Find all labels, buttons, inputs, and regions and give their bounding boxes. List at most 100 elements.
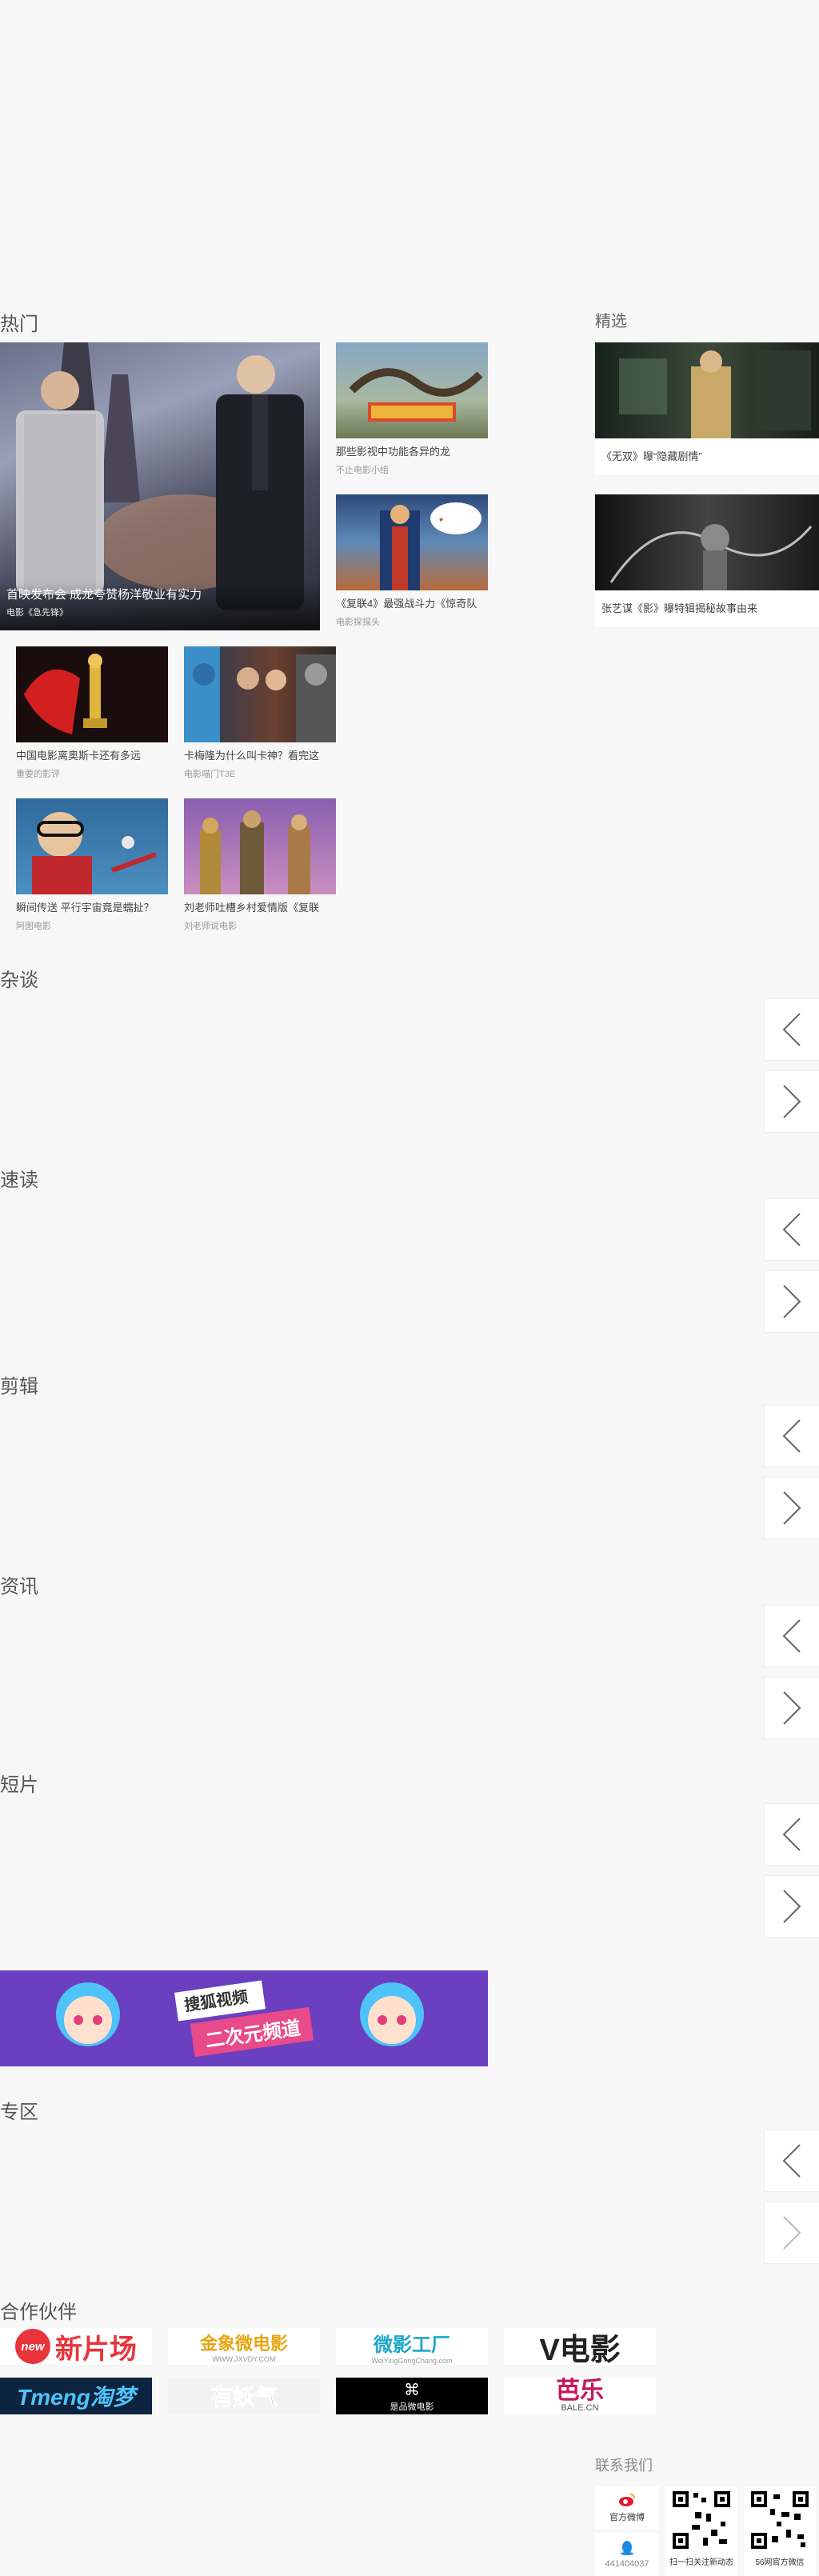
hot-grid-thumb-2[interactable] <box>184 646 336 742</box>
hot-side-thumb-2[interactable]: ★ <box>336 494 488 590</box>
hot-side-thumb-1[interactable] <box>336 342 488 438</box>
section-title-short: 短片 <box>0 1774 38 1796</box>
chevron-right-icon <box>783 1691 801 1725</box>
hot-main-title[interactable]: 首映发布会 成龙夸赞杨洋敬业有实力 <box>6 588 202 602</box>
partner-badge: new <box>15 2329 50 2364</box>
spiderman-image <box>32 812 158 894</box>
talk-prev-button[interactable] <box>764 998 819 1061</box>
hot-grid-sub-2[interactable]: 电影喵门T3E <box>184 768 336 781</box>
hot-grid-thumb-4[interactable] <box>184 798 336 894</box>
chevron-left-icon <box>782 1818 801 1851</box>
qr-code-icon <box>749 2490 810 2550</box>
partner-name: 有妖气 <box>210 2385 278 2410</box>
dragon-image <box>349 368 483 422</box>
svg-text:★: ★ <box>438 516 444 523</box>
section-title-hot: 热门 <box>0 313 38 335</box>
featured-title-1[interactable]: 《无双》曝“隐藏剧情” <box>601 450 809 464</box>
partner-logo-icon: ⌘ <box>404 2381 420 2399</box>
partner-sub: WWW.JXVDY.COM <box>212 2355 276 2363</box>
chevron-left-icon <box>782 1013 801 1046</box>
short-next-button[interactable] <box>764 1875 819 1938</box>
section-title-featured: 精选 <box>595 311 627 330</box>
cameron-image <box>184 646 336 742</box>
partner-sub: BALE.CN <box>561 2403 599 2413</box>
chevron-right-icon <box>783 1491 801 1525</box>
chevron-left-icon <box>782 1213 801 1246</box>
hot-main-sub[interactable]: 电影《急先锋》 <box>6 606 68 619</box>
chevron-right-icon <box>783 2216 801 2250</box>
edit-prev-button[interactable] <box>764 1405 819 1467</box>
qr-follow: 扫一扫关注新动态 <box>665 2486 737 2576</box>
featured-title-2[interactable]: 张艺谋《影》曝特辑揭秘故事由来 <box>601 602 809 616</box>
partner-name: Tmeng淘梦 <box>17 2385 135 2410</box>
news-next-button[interactable] <box>764 1677 819 1739</box>
special-prev-button[interactable] <box>764 2130 819 2192</box>
hot-side-sub-1[interactable]: 不止电影小组 <box>336 464 488 477</box>
chevron-left-icon <box>782 1419 801 1453</box>
hot-grid-sub-3[interactable]: 阿图电影 <box>16 920 168 933</box>
hot-grid-sub-1[interactable]: 重要的影评 <box>16 768 168 781</box>
short-prev-button[interactable] <box>764 1803 819 1866</box>
shadow-image <box>609 524 813 590</box>
section-title-special: 专区 <box>0 2101 38 2123</box>
quick-next-button[interactable] <box>764 1270 819 1333</box>
special-next-button[interactable] <box>764 2202 819 2264</box>
section-title-edit: 剪辑 <box>0 1375 38 1398</box>
contact-title: 联系我们 <box>595 2458 653 2474</box>
hot-grid-thumb-1[interactable] <box>16 646 168 742</box>
partner-name: 新片场 <box>55 2334 137 2365</box>
hot-grid-title-3[interactable]: 瞬间传送 平行宇宙竟是蠕扯？ <box>16 901 168 915</box>
partner-bale[interactable]: 芭乐 BALE.CN <box>504 2378 656 2414</box>
partner-sub: WeiYingGongChang.com <box>371 2356 453 2365</box>
edit-next-button[interactable] <box>764 1477 819 1539</box>
partner-vmovier[interactable]: V电影 <box>504 2328 656 2365</box>
hot-grid-title-1[interactable]: 中国电影离奥斯卡还有多远 <box>16 749 168 763</box>
partner-youyaoqi[interactable]: 有妖气 <box>168 2378 320 2414</box>
chevron-right-icon <box>783 1285 801 1318</box>
hot-grid-thumb-3[interactable] <box>16 798 168 894</box>
qq-number: 441404037 <box>605 2559 649 2569</box>
chevron-left-icon <box>782 1619 801 1653</box>
acg-channel-banner[interactable]: 搜狐视频 二次元频道 <box>0 1970 488 2066</box>
section-title-partners: 合作伙伴 <box>0 2301 77 2323</box>
talk-next-button[interactable] <box>764 1070 819 1133</box>
village-avengers-image <box>200 810 310 894</box>
featured-thumb-1[interactable] <box>595 342 819 438</box>
qq-link[interactable]: 441404037 <box>595 2533 659 2576</box>
section-title-talk: 杂谈 <box>0 969 38 991</box>
partner-shipin[interactable]: ⌘ 是品微电影 <box>336 2378 488 2414</box>
partner-name: 金象微电影 <box>199 2334 288 2354</box>
partner-name: 是品微电影 <box>390 2402 434 2412</box>
partner-weiyinggongchang[interactable]: 微影工厂 WeiYingGongChang.com <box>336 2328 488 2365</box>
partner-name: 微影工厂 <box>374 2334 450 2356</box>
hot-side-title-1[interactable]: 那些影视中功能各异的龙 <box>336 445 488 459</box>
wushuang-image <box>619 350 811 438</box>
quick-prev-button[interactable] <box>764 1198 819 1261</box>
partner-name: V电影 <box>539 2333 621 2366</box>
qr-wechat: 56网官方微信 <box>744 2486 816 2576</box>
qq-icon <box>621 2541 633 2555</box>
featured-thumb-2[interactable] <box>595 494 819 590</box>
hot-side-title-2[interactable]: 《复联4》最强战斗力《惊奇队 <box>336 597 488 611</box>
chevron-left-icon <box>782 2144 801 2178</box>
section-title-news: 资讯 <box>0 1575 38 1598</box>
hot-grid-title-2[interactable]: 卡梅隆为什么叫卡神？看完这 <box>184 749 336 763</box>
partner-xinpianchang[interactable]: new 新片场 <box>0 2328 152 2365</box>
hot-grid-title-4[interactable]: 刘老师吐槽乡村爱情版《复联 <box>184 901 336 915</box>
hot-grid-sub-4[interactable]: 刘老师说电影 <box>184 920 336 933</box>
qr-code-icon <box>671 2490 732 2550</box>
oscar-image <box>24 654 107 734</box>
partner-jxvdy[interactable]: 金象微电影 WWW.JXVDY.COM <box>168 2328 320 2365</box>
captain-marvel-image: ★ <box>380 502 481 590</box>
partner-name: 芭乐 <box>556 2378 604 2404</box>
qr-follow-label: 扫一扫关注新动态 <box>669 2558 733 2567</box>
hot-side-sub-2[interactable]: 电影探探头 <box>336 616 488 629</box>
section-title-quick: 速读 <box>0 1169 38 1191</box>
news-prev-button[interactable] <box>764 1605 819 1667</box>
chevron-right-icon <box>783 1085 801 1118</box>
partner-tmeng[interactable]: Tmeng淘梦 <box>0 2378 152 2414</box>
qr-wechat-label: 56网官方微信 <box>755 2558 805 2567</box>
weibo-link[interactable]: 官方微博 <box>595 2486 659 2530</box>
hot-main-card[interactable]: 首映发布会 成龙夸赞杨洋敬业有实力 电影《急先锋》 <box>0 342 320 630</box>
weibo-icon <box>619 2494 635 2506</box>
